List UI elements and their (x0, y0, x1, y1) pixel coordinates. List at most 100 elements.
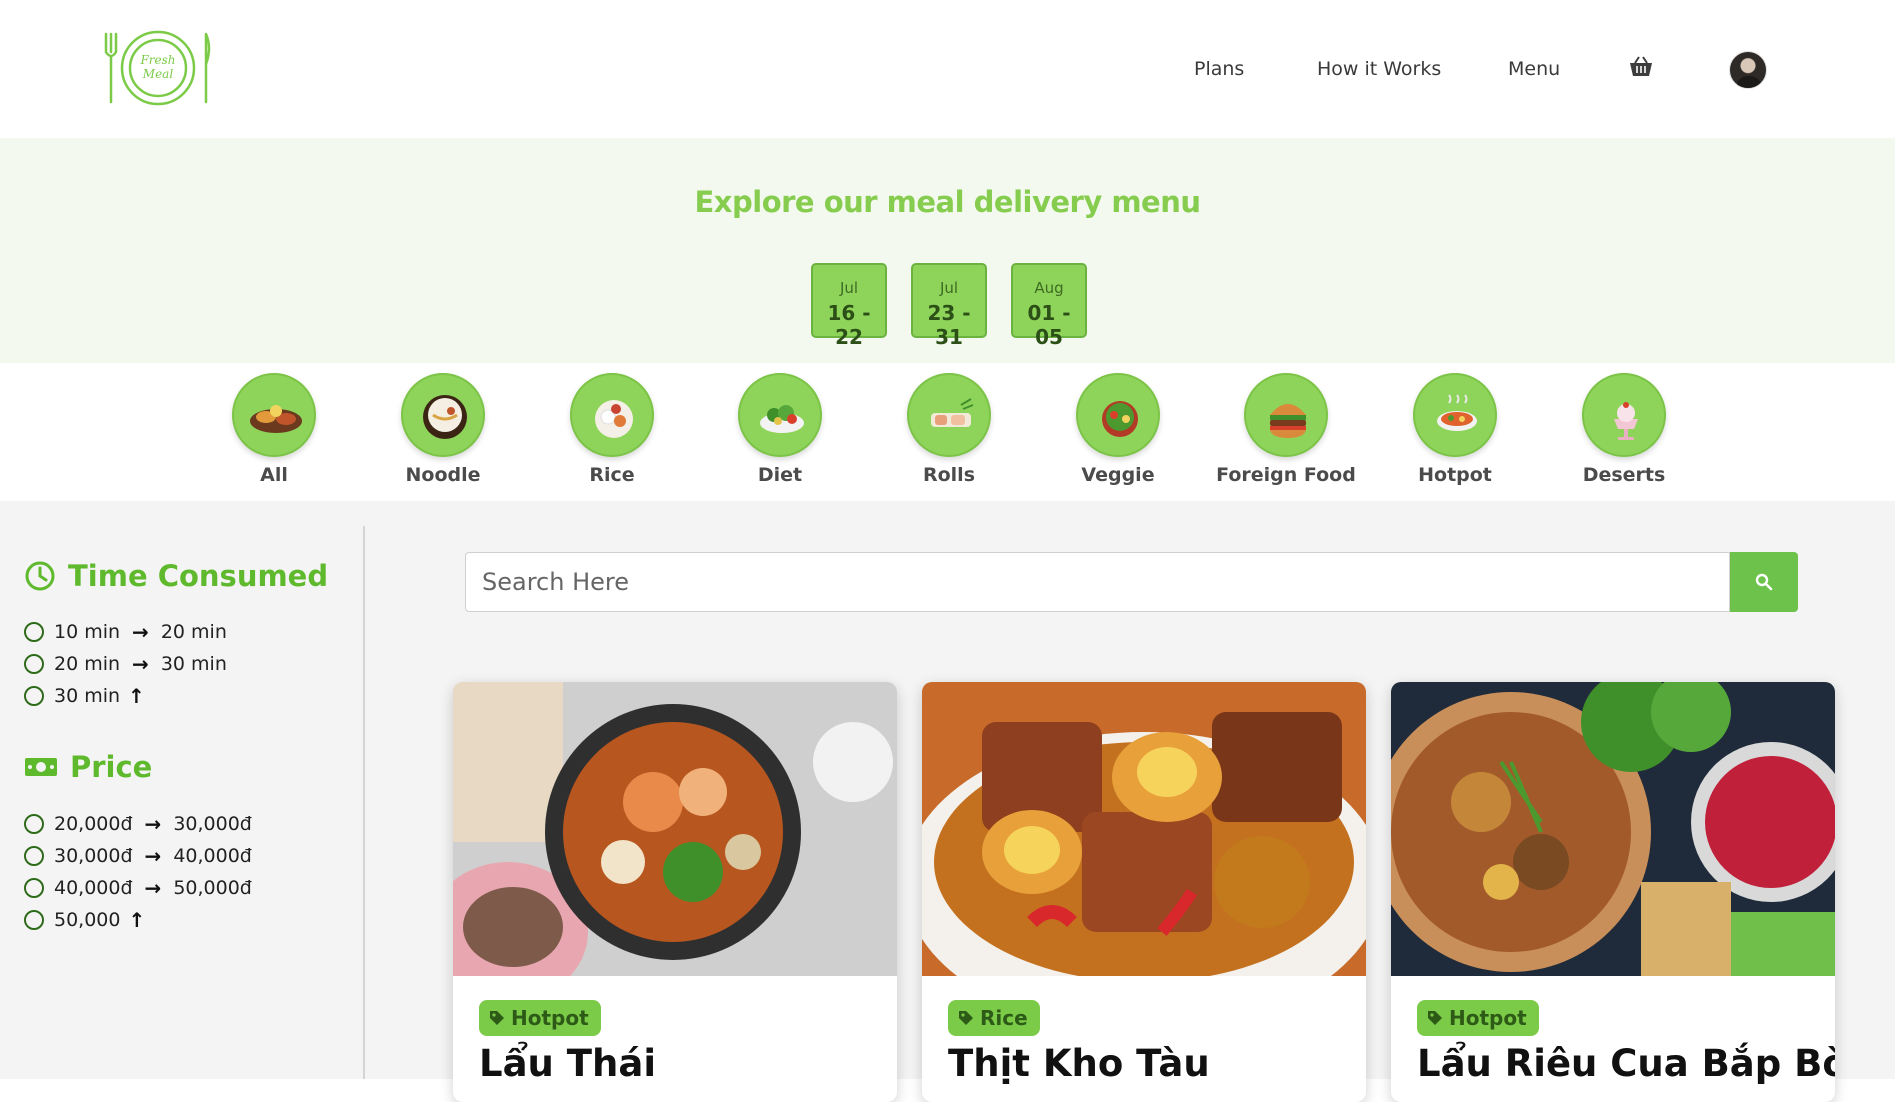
option-from: 50,000 (54, 909, 121, 931)
radio-button[interactable] (24, 814, 44, 834)
price-option-40k-50k[interactable]: 40,000đ → 50,000đ (24, 876, 252, 900)
filter-title-text: Time Consumed (68, 559, 329, 593)
week-days: 01 - 05 (1027, 301, 1071, 349)
week-month: Jul (839, 279, 859, 297)
sidebar-divider (363, 526, 365, 1079)
search-icon (1755, 573, 1773, 591)
spring-rolls-icon (907, 373, 991, 457)
arrow-right-icon: → (132, 652, 149, 676)
nav-plans[interactable]: Plans (1194, 58, 1244, 80)
category-label: Rolls (922, 464, 976, 486)
time-option-10-20[interactable]: 10 min → 20 min (24, 620, 227, 644)
option-from: 20,000đ (54, 813, 133, 835)
svg-text:Meal: Meal (142, 67, 174, 81)
category-tag: Hotpot (479, 1000, 601, 1036)
category-diet[interactable]: Diet (710, 373, 850, 486)
meal-card-lau-thai[interactable]: Hotpot Lẩu Thái (453, 682, 897, 1102)
radio-button[interactable] (24, 654, 44, 674)
option-from: 40,000đ (54, 877, 133, 899)
salad-icon (738, 373, 822, 457)
category-label: Hotpot (1418, 464, 1492, 486)
week-days: 23 - 31 (927, 301, 971, 349)
tag-label: Hotpot (1449, 1006, 1527, 1030)
radio-button[interactable] (24, 910, 44, 930)
option-from: 30 min (54, 685, 121, 707)
category-rice[interactable]: Rice (542, 373, 682, 486)
option-from: 30,000đ (54, 845, 133, 867)
category-tag: Rice (948, 1000, 1040, 1036)
cart-icon[interactable] (1629, 56, 1653, 78)
fresh-meal-logo[interactable]: Fresh Meal (102, 28, 214, 108)
week-selector-jul-23[interactable]: Jul 23 - 31 (911, 263, 987, 349)
site-header: Fresh Meal Plans How it Works Menu (0, 0, 1895, 138)
arrow-up-icon: ↑ (128, 908, 146, 932)
category-label: Veggie (1081, 464, 1155, 486)
category-label: Deserts (1582, 464, 1666, 486)
tag-icon (490, 1011, 504, 1025)
tag-label: Rice (980, 1006, 1028, 1030)
veggie-bowl-icon (1076, 373, 1160, 457)
option-to: 20 min (160, 621, 227, 643)
arrow-right-icon: → (144, 876, 162, 900)
mixed-dishes-icon (232, 373, 316, 457)
price-option-20k-30k[interactable]: 20,000đ → 30,000đ (24, 812, 252, 836)
filter-title-text: Price (70, 750, 153, 784)
search-input[interactable] (465, 552, 1730, 612)
cash-icon (25, 758, 57, 776)
category-deserts[interactable]: Deserts (1554, 373, 1694, 486)
option-from: 10 min (54, 621, 121, 643)
arrow-right-icon: → (144, 812, 162, 836)
user-avatar[interactable] (1729, 51, 1767, 89)
category-rolls[interactable]: Rolls (879, 373, 1019, 486)
option-to: 30,000đ (173, 813, 252, 835)
option-to: 40,000đ (173, 845, 252, 867)
week-month: Jul (939, 279, 959, 297)
option-from: 20 min (54, 653, 121, 675)
price-filter-title: Price (24, 750, 152, 784)
nav-how-it-works[interactable]: How it Works (1317, 58, 1441, 80)
arrow-right-icon: → (132, 620, 149, 644)
radio-button[interactable] (24, 878, 44, 898)
category-label: All (260, 464, 288, 486)
hotpot-icon (1413, 373, 1497, 457)
meal-image (922, 682, 1366, 976)
nav-menu[interactable]: Menu (1508, 58, 1560, 80)
meal-image (453, 682, 897, 976)
arrow-right-icon: → (144, 844, 162, 868)
tag-icon (1428, 1011, 1442, 1025)
price-option-50k-plus[interactable]: 50,000 ↑ (24, 908, 157, 932)
page-title: Explore our meal delivery menu (694, 185, 1201, 219)
week-selector-aug-01[interactable]: Aug 01 - 05 (1011, 263, 1087, 349)
category-veggie[interactable]: Veggie (1048, 373, 1188, 486)
category-hotpot[interactable]: Hotpot (1385, 373, 1525, 486)
time-option-30-plus[interactable]: 30 min ↑ (24, 684, 157, 708)
noodle-bowl-icon (401, 373, 485, 457)
meal-card-thit-kho-tau[interactable]: Rice Thịt Kho Tàu (922, 682, 1366, 1102)
clock-icon (25, 561, 55, 591)
week-selector-jul-16[interactable]: Jul 16 - 22 (811, 263, 887, 349)
dessert-icon (1582, 373, 1666, 457)
tag-icon (959, 1011, 973, 1025)
burger-icon (1244, 373, 1328, 457)
time-option-20-30[interactable]: 20 min → 30 min (24, 652, 227, 676)
category-label: Foreign Food (1216, 464, 1356, 486)
category-label: Rice (589, 464, 635, 486)
week-days: 16 - 22 (827, 301, 871, 349)
price-option-30k-40k[interactable]: 30,000đ → 40,000đ (24, 844, 252, 868)
radio-button[interactable] (24, 622, 44, 642)
category-foreign-food[interactable]: Foreign Food (1216, 373, 1356, 486)
search-button[interactable] (1730, 552, 1798, 612)
category-all[interactable]: All (204, 373, 344, 486)
meal-card-lau-rieu-cua-bap-bo[interactable]: Hotpot Lẩu Riêu Cua Bắp Bò (1391, 682, 1835, 1102)
radio-button[interactable] (24, 686, 44, 706)
category-noodle[interactable]: Noodle (373, 373, 513, 486)
arrow-up-icon: ↑ (128, 684, 145, 708)
tag-label: Hotpot (511, 1006, 589, 1030)
category-label: Noodle (405, 464, 481, 486)
week-month: Aug (1034, 279, 1064, 297)
category-tag: Hotpot (1417, 1000, 1539, 1036)
rice-plate-icon (570, 373, 654, 457)
meal-image (1391, 682, 1835, 976)
category-label: Diet (757, 464, 803, 486)
radio-button[interactable] (24, 846, 44, 866)
